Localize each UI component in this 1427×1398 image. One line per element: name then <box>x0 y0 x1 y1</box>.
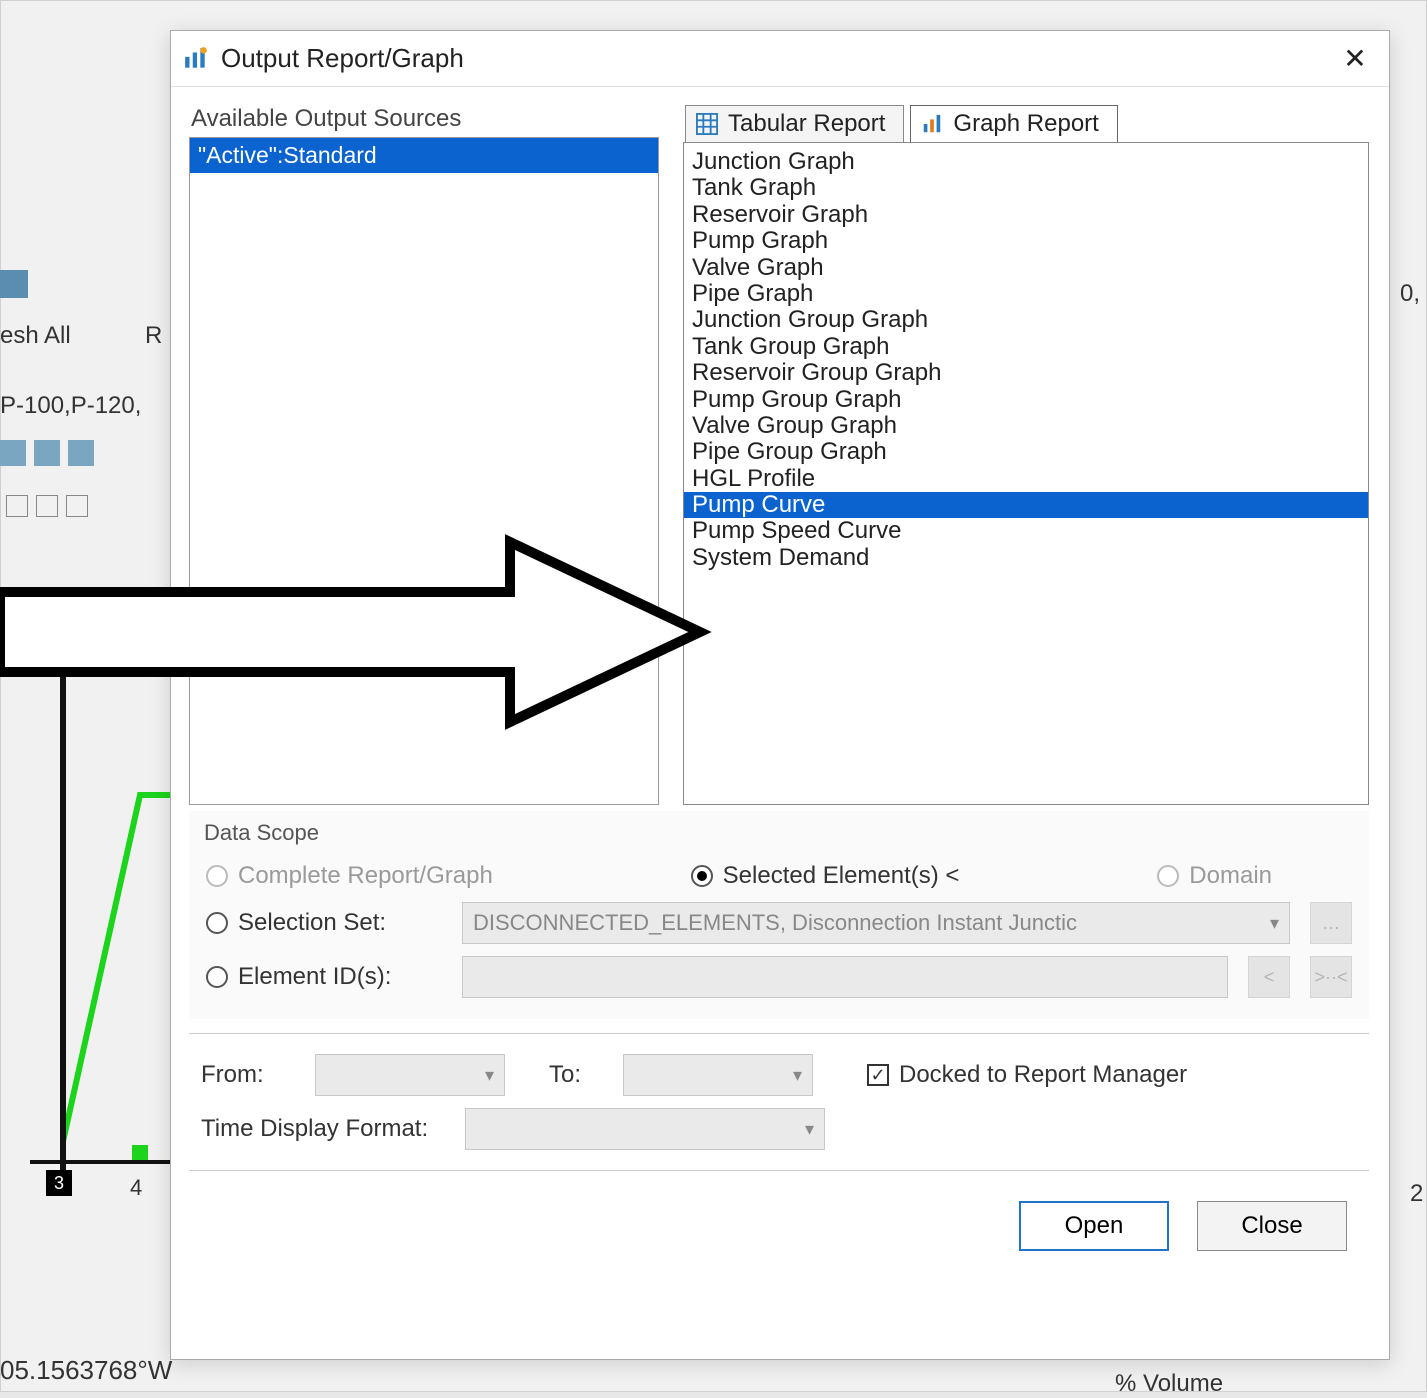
bg-tb-icon-2[interactable] <box>34 440 60 466</box>
element-ids-label: Element ID(s): <box>238 963 448 991</box>
report-tabs: Tabular Report Graph Report <box>683 105 1369 142</box>
list-item[interactable]: Reservoir Group Graph <box>684 360 1368 386</box>
selection-set-browse-button[interactable]: … <box>1310 902 1352 944</box>
close-button[interactable]: Close <box>1197 1201 1347 1251</box>
list-item[interactable]: Pump Speed Curve <box>684 518 1368 544</box>
list-item[interactable]: Junction Group Graph <box>684 307 1368 333</box>
list-item[interactable]: Junction Graph <box>684 149 1368 175</box>
radio-selection-set[interactable]: Selection Set: <box>206 909 448 937</box>
available-sources-label: Available Output Sources <box>189 105 659 138</box>
graph-report-list[interactable]: Junction Graph Tank Graph Reservoir Grap… <box>683 142 1369 805</box>
tab-graph-report[interactable]: Graph Report <box>910 105 1117 142</box>
check-icon: ✓ <box>867 1064 889 1086</box>
dialog-icon <box>183 46 209 72</box>
source-item-active[interactable]: "Active":Standard <box>190 138 658 173</box>
output-report-dialog: Output Report/Graph ✕ Available Output S… <box>170 30 1390 1360</box>
separator <box>189 1170 1369 1171</box>
bg-chart-line <box>60 785 180 1185</box>
list-item[interactable]: Reservoir Graph <box>684 202 1368 228</box>
time-format-label: Time Display Format: <box>201 1115 451 1143</box>
dialog-title: Output Report/Graph <box>221 43 1333 74</box>
list-item[interactable]: Pipe Group Graph <box>684 439 1368 465</box>
element-prev-button[interactable]: < <box>1248 956 1290 998</box>
bg-refresh-label: esh All <box>0 322 71 350</box>
table-icon <box>696 113 718 135</box>
bg-pumps-label: P-100,P-120, <box>0 392 141 420</box>
list-item[interactable]: Valve Group Graph <box>684 413 1368 439</box>
chevron-down-icon: ▾ <box>805 1119 814 1140</box>
bg-tb-icon-1[interactable] <box>0 440 26 466</box>
bg-axis-y <box>60 640 66 1170</box>
sources-list[interactable]: "Active":Standard <box>189 138 659 805</box>
radio-complete-label: Complete Report/Graph <box>238 862 493 890</box>
titlebar: Output Report/Graph ✕ <box>171 31 1389 87</box>
radio-complete-report: Complete Report/Graph <box>206 862 493 890</box>
list-item[interactable]: HGL Profile <box>684 466 1368 492</box>
open-button[interactable]: Open <box>1019 1201 1169 1251</box>
separator <box>189 1033 1369 1034</box>
list-item[interactable]: Pipe Graph <box>684 281 1368 307</box>
bg-toolbar-2 <box>6 495 88 517</box>
chart-icon <box>921 113 943 135</box>
from-dropdown[interactable]: ▾ <box>315 1054 505 1096</box>
element-pick-button[interactable]: >··< <box>1310 956 1352 998</box>
radio-selected-elements[interactable]: Selected Element(s) < <box>691 862 960 890</box>
bg-tb2-icon-3[interactable] <box>66 495 88 517</box>
tab-graph-label: Graph Report <box>953 110 1098 138</box>
bg-axis-x <box>30 1160 170 1164</box>
bg-volume: % Volume <box>1115 1370 1223 1398</box>
tab-tabular-label: Tabular Report <box>728 110 885 138</box>
bg-tb2-icon-1[interactable] <box>6 495 28 517</box>
bg-tb2-icon-2[interactable] <box>36 495 58 517</box>
bg-tool-icon[interactable] <box>0 270 28 298</box>
tab-tabular-report[interactable]: Tabular Report <box>685 105 904 142</box>
selection-set-value: DISCONNECTED_ELEMENTS, Disconnection Ins… <box>473 910 1077 936</box>
close-icon[interactable]: ✕ <box>1333 42 1377 75</box>
list-item[interactable]: System Demand <box>684 545 1368 571</box>
docked-checkbox[interactable]: ✓ Docked to Report Manager <box>867 1061 1187 1089</box>
chevron-down-icon: ▾ <box>1270 913 1279 934</box>
bg-menu-r: R <box>145 322 162 350</box>
docked-label: Docked to Report Manager <box>899 1061 1187 1089</box>
element-ids-input[interactable] <box>462 956 1228 998</box>
list-item[interactable]: Tank Graph <box>684 175 1368 201</box>
time-format-dropdown[interactable]: ▾ <box>465 1108 825 1150</box>
to-label: To: <box>549 1061 609 1089</box>
time-range-row: From: ▾ To: ▾ ✓ Docked to Report Manager <box>189 1048 1369 1102</box>
selection-set-dropdown[interactable]: DISCONNECTED_ELEMENTS, Disconnection Ins… <box>462 902 1290 944</box>
data-scope-group: Data Scope Complete Report/Graph Selecte… <box>189 811 1369 1019</box>
radio-element-ids[interactable]: Element ID(s): <box>206 963 448 991</box>
chevron-down-icon: ▾ <box>485 1065 494 1086</box>
radio-domain: Domain <box>1157 862 1272 890</box>
bg-tb-icon-3[interactable] <box>68 440 94 466</box>
from-label: From: <box>201 1061 301 1089</box>
chevron-down-icon: ▾ <box>793 1065 802 1086</box>
to-dropdown[interactable]: ▾ <box>623 1054 813 1096</box>
selection-set-label: Selection Set: <box>238 909 448 937</box>
radio-selected-label: Selected Element(s) < <box>723 862 960 890</box>
list-item[interactable]: Pump Group Graph <box>684 387 1368 413</box>
list-item[interactable]: Pump Graph <box>684 228 1368 254</box>
time-format-row: Time Display Format: ▾ <box>189 1102 1369 1156</box>
list-item-pump-curve[interactable]: Pump Curve <box>684 492 1368 518</box>
list-item[interactable]: Tank Group Graph <box>684 334 1368 360</box>
bg-coord: 05.1563768°W <box>0 1355 172 1386</box>
bg-right-2: 2 <box>1410 1180 1423 1208</box>
data-scope-label: Data Scope <box>204 820 1362 846</box>
radio-domain-label: Domain <box>1189 862 1272 890</box>
dialog-buttons: Open Close <box>189 1185 1369 1261</box>
list-item[interactable]: Valve Graph <box>684 255 1368 281</box>
bg-toolbar <box>0 440 94 466</box>
bg-right-0: 0, <box>1400 280 1420 308</box>
